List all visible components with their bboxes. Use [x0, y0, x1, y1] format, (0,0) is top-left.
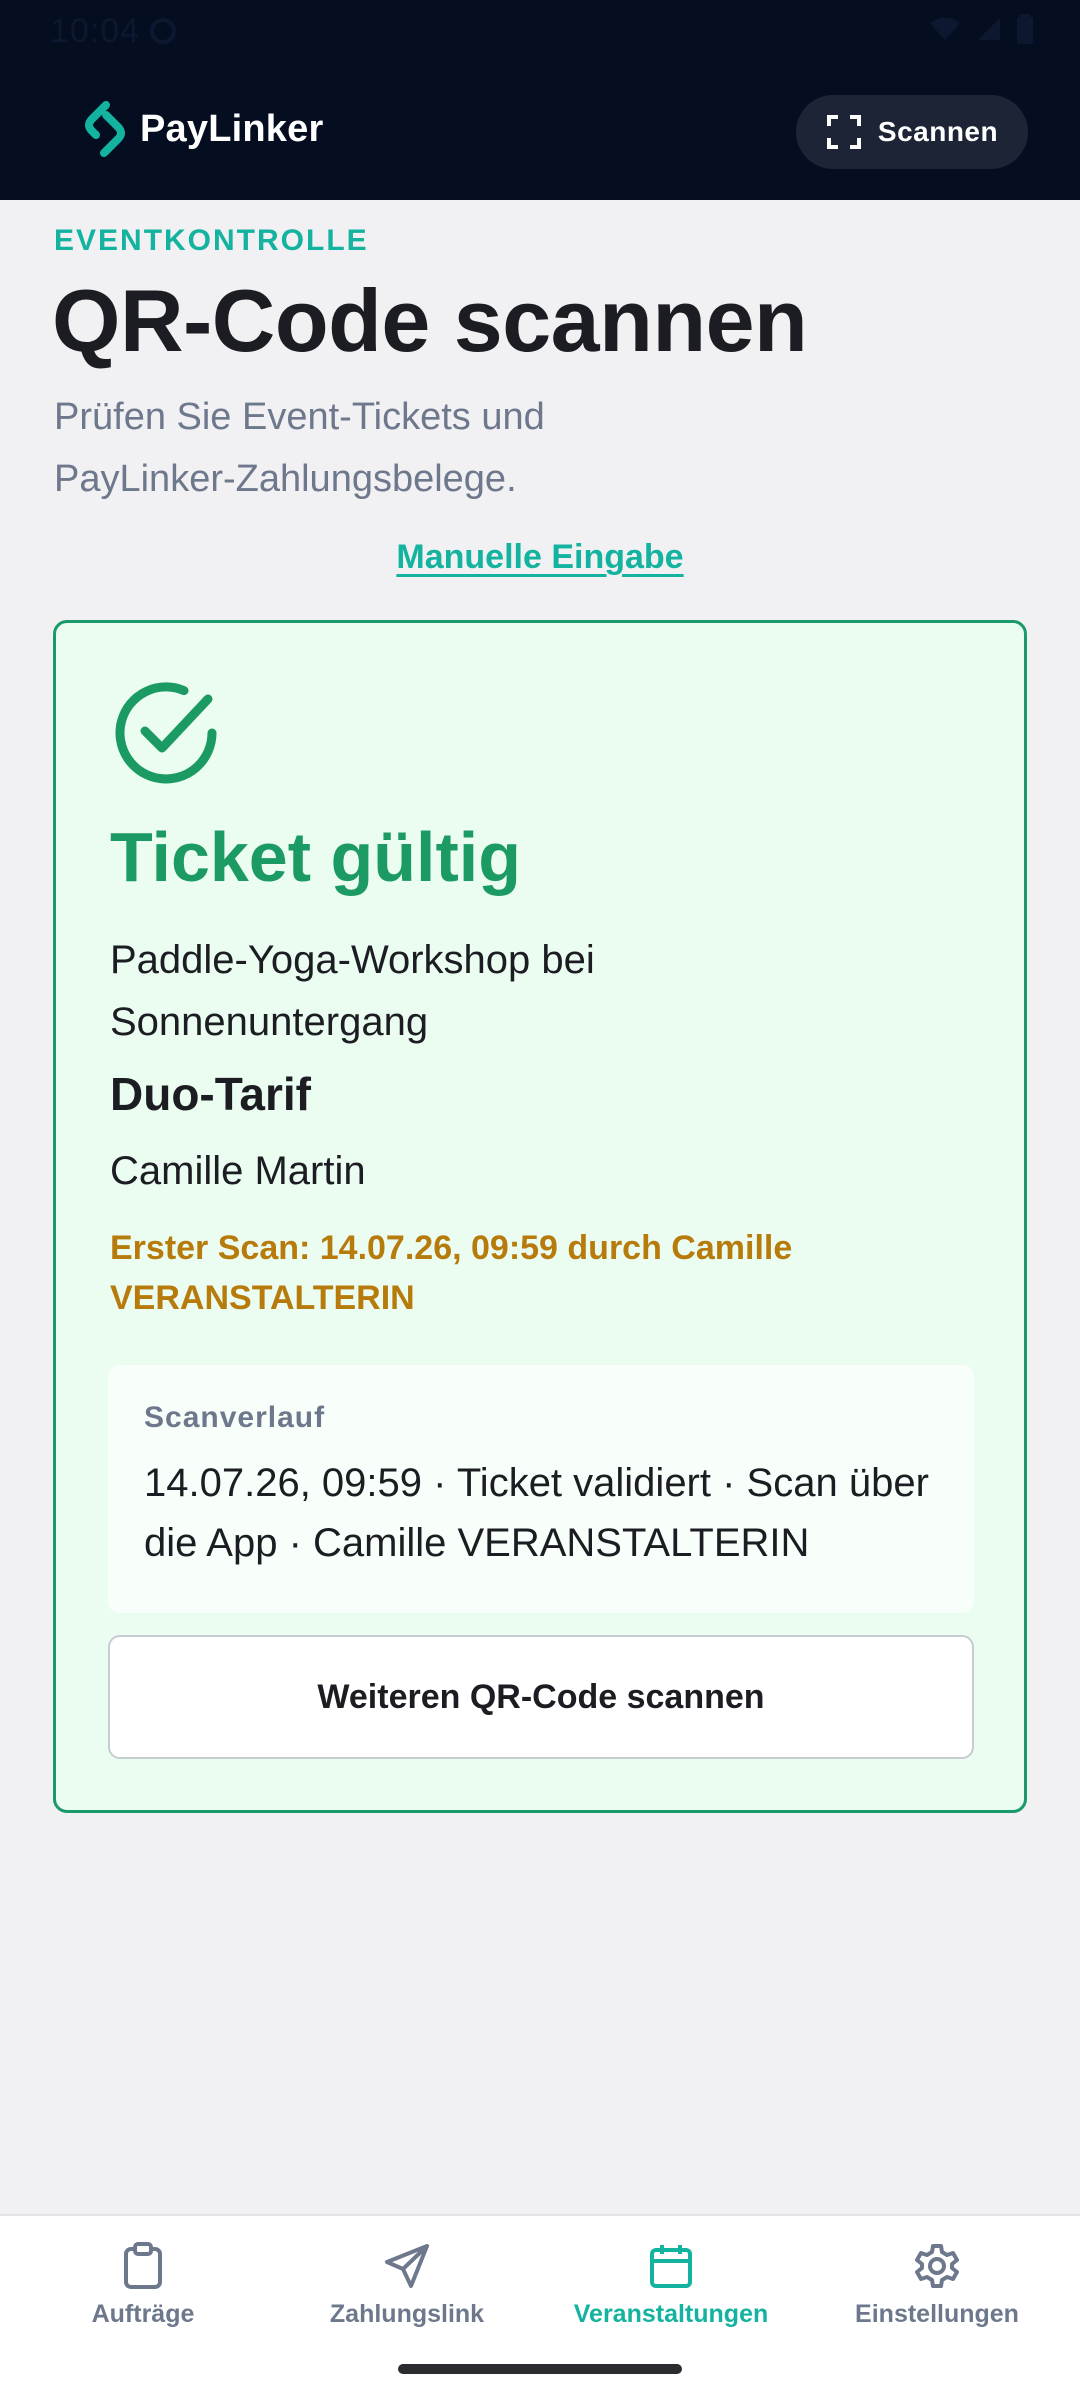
scan-history: Scanverlauf 14.07.26, 09:59 · Ticket val…: [108, 1365, 974, 1613]
manual-entry-link[interactable]: Manuelle Eingabe: [0, 538, 1080, 577]
clipboard-icon: [124, 2242, 162, 2289]
nav-item-veranstaltungen[interactable]: Veranstaltungen: [536, 2242, 806, 2329]
scan-history-entry: 14.07.26, 09:59 · Ticket validiert · Sca…: [144, 1461, 929, 1565]
status-time: 10:04: [50, 12, 141, 50]
nav-label: Aufträge: [91, 2300, 195, 2328]
calendar-icon: [650, 2245, 692, 2288]
nav-label: Zahlungslink: [329, 2300, 485, 2328]
page-subtitle: Prüfen Sie Event-Tickets und PayLinker-Z…: [54, 396, 545, 500]
notification-icon: [150, 18, 176, 44]
nav-item-auftraege[interactable]: Aufträge: [8, 2242, 278, 2329]
first-scan-notice: Erster Scan: 14.07.26, 09:59 durch Camil…: [110, 1229, 793, 1317]
event-name: Paddle-Yoga-Workshop bei Sonnenuntergang: [110, 938, 595, 1044]
ticket-status: Ticket gültig: [110, 818, 521, 896]
home-indicator[interactable]: [398, 2364, 682, 2374]
battery-icon: [1017, 14, 1033, 44]
brand: PayLinker: [82, 100, 323, 158]
brand-name: PayLinker: [140, 107, 324, 150]
section-eyebrow: EVENTKONTROLLE: [54, 224, 369, 257]
nav-label: Veranstaltungen: [573, 2300, 769, 2328]
nav-item-einstellungen[interactable]: Einstellungen: [802, 2242, 1072, 2329]
scan-again-button[interactable]: Weiteren QR-Code scannen: [108, 1635, 974, 1759]
gear-icon: [915, 2244, 959, 2288]
nav-label: Einstellungen: [855, 2300, 1019, 2328]
page-title: QR-Code scannen: [52, 271, 808, 370]
check-circle-icon: [115, 682, 217, 784]
send-icon: [385, 2244, 429, 2288]
app-header: 10:04 PayLinker Scannen: [0, 0, 1080, 200]
scan-history-label: Scanverlauf: [144, 1401, 326, 1434]
scan-result-card: Ticket gültig Paddle-Yoga-Workshop bei S…: [53, 620, 1027, 1813]
wifi-icon: [930, 17, 960, 40]
ticket-tarif: Duo-Tarif: [110, 1068, 312, 1120]
paylinker-logo-icon: [85, 101, 125, 157]
nav-item-zahlungslink[interactable]: Zahlungslink: [272, 2242, 542, 2329]
status-bar: 10:04: [0, 0, 1080, 64]
status-icons: [928, 14, 1034, 44]
signal-icon: [978, 18, 1000, 40]
ticket-holder: Camille Martin: [110, 1149, 366, 1193]
scan-frame-icon: [826, 115, 861, 149]
header-scan-button[interactable]: Scannen: [796, 95, 1028, 169]
scan-button-label: Scannen: [877, 116, 999, 147]
